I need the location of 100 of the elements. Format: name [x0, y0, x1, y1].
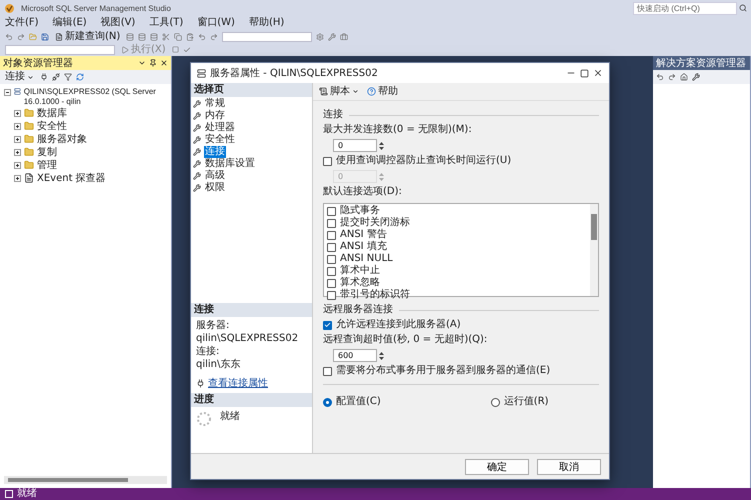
tree-item[interactable]: 数据库	[37, 108, 67, 120]
tree-item[interactable]: 安全性	[37, 121, 67, 133]
collapse-icon[interactable]	[4, 89, 11, 96]
checkbox[interactable]	[327, 290, 336, 300]
tree-item[interactable]: 管理	[37, 160, 57, 172]
checkbox[interactable]	[323, 366, 332, 376]
radio-button[interactable]	[490, 398, 500, 406]
script-button[interactable]: 脚本	[317, 85, 361, 98]
save-icon	[41, 32, 49, 40]
checkbox-label: 使用查询调控器防止查询长时间运行(U)	[336, 155, 512, 167]
wrench-icon	[193, 148, 201, 156]
menu-item[interactable]: 文件(F)	[5, 17, 39, 29]
expand-icon[interactable]	[14, 110, 21, 117]
tree-item[interactable]: XEvent 探查器	[37, 173, 106, 185]
open-folder-icon	[29, 32, 37, 40]
help-button[interactable]: 帮助	[365, 85, 400, 98]
database-icon	[126, 32, 134, 40]
undo-icon	[198, 32, 206, 40]
checkbox[interactable]	[323, 320, 332, 330]
page-item[interactable]: 高级	[204, 170, 226, 182]
checkbox[interactable]	[327, 230, 336, 240]
checkbox[interactable]	[327, 206, 336, 216]
wrench-icon	[193, 100, 201, 108]
page-item[interactable]: 常规	[204, 98, 226, 110]
folder-icon	[24, 121, 34, 131]
expand-icon[interactable]	[14, 123, 21, 130]
expand-icon[interactable]	[14, 149, 21, 156]
view-properties-link[interactable]: 查看连接属性	[208, 376, 268, 390]
horizontal-scrollbar[interactable]	[4, 476, 167, 484]
vertical-scrollbar[interactable]	[590, 204, 598, 296]
section-header: 连接	[191, 303, 312, 317]
info-value: qilin\东东	[196, 359, 240, 371]
forward-icon	[668, 73, 676, 81]
menu-item[interactable]: 窗口(W)	[197, 17, 235, 29]
radio-label: 运行值(R)	[504, 396, 549, 408]
expand-icon[interactable]	[14, 175, 21, 182]
checkbox-label: 带引号的标识符	[340, 289, 410, 301]
checkbox-label: 算术忽略	[340, 277, 380, 288]
radio-button[interactable]	[323, 398, 332, 406]
cut-icon	[162, 32, 170, 40]
expand-icon[interactable]	[14, 136, 21, 143]
checkbox[interactable]	[327, 242, 336, 252]
info-value: qilin\SQLEXPRESS02	[196, 333, 298, 345]
folder-icon	[24, 160, 34, 170]
play-icon	[121, 46, 129, 54]
help-icon	[367, 87, 376, 96]
status-text: 就绪	[17, 488, 37, 500]
dropdown-icon	[27, 74, 34, 80]
expand-icon[interactable]	[14, 162, 21, 169]
checkbox-label: 提交时关闭游标	[340, 217, 410, 228]
server-icon	[14, 87, 21, 96]
tree-item[interactable]: 服务器对象	[37, 134, 87, 146]
menu-item[interactable]: 帮助(H)	[248, 17, 284, 29]
document-icon	[24, 173, 34, 183]
plug-icon	[196, 378, 205, 388]
spinner-icon	[196, 411, 212, 427]
pin-icon	[149, 59, 157, 67]
quick-launch-field[interactable]: 快速启动 (Ctrl+Q)	[633, 2, 737, 14]
dropdown-icon	[352, 88, 359, 95]
spin-field[interactable]: 0	[333, 139, 377, 152]
close-icon	[593, 68, 603, 78]
page-item[interactable]: 数据库设置	[204, 158, 256, 170]
filter-icon	[64, 73, 72, 81]
search-icon	[739, 4, 747, 12]
field-label: 远程查询超时值(秒, 0 = 无超时)(Q):	[323, 334, 488, 346]
page-item[interactable]: 内存	[204, 110, 226, 122]
checkbox-label: ANSI 警告	[340, 229, 387, 240]
dialog-button[interactable]: 确定	[465, 458, 529, 474]
new-query-button[interactable]: 新建查询(N)	[53, 30, 122, 43]
check-icon	[182, 46, 191, 54]
page-item[interactable]: 处理器	[204, 122, 236, 134]
dialog-button[interactable]: 取消	[537, 458, 601, 474]
connect-button[interactable]: 连接	[3, 70, 36, 84]
script-icon	[319, 87, 328, 96]
checkbox[interactable]	[327, 218, 336, 228]
menu-item[interactable]: 工具(T)	[149, 17, 184, 29]
menu-item[interactable]: 视图(V)	[100, 17, 136, 29]
status-icon	[5, 490, 13, 498]
panel-title: 对象资源管理器	[3, 56, 74, 70]
spin-field[interactable]: 600	[333, 349, 377, 362]
group-title: 远程服务器连接	[323, 304, 393, 316]
home-icon	[680, 73, 688, 81]
page-item[interactable]: 连接	[204, 146, 226, 158]
checkbox[interactable]	[327, 254, 336, 264]
checkbox[interactable]	[323, 156, 332, 166]
page-item[interactable]: 权限	[204, 182, 226, 194]
checkbox[interactable]	[327, 278, 336, 288]
checkbox[interactable]	[327, 266, 336, 276]
back-icon	[5, 32, 13, 40]
wrench-icon	[193, 124, 201, 132]
back-icon	[656, 73, 664, 81]
tree-item[interactable]: 复制	[37, 147, 57, 159]
window-title: Microsoft SQL Server Management Studio	[21, 4, 172, 12]
redo-icon	[210, 32, 218, 40]
spin-arrows-icon[interactable]	[378, 140, 385, 150]
tree-item[interactable]: QILIN\SQLEXPRESS02 (SQL Server 16.0.1000 - qilin	[24, 87, 167, 107]
radio-label: 配置值(C)	[336, 396, 381, 408]
page-item[interactable]: 安全性	[204, 134, 236, 146]
menu-item[interactable]: 编辑(E)	[52, 17, 87, 29]
spin-arrows-icon[interactable]	[378, 350, 385, 360]
